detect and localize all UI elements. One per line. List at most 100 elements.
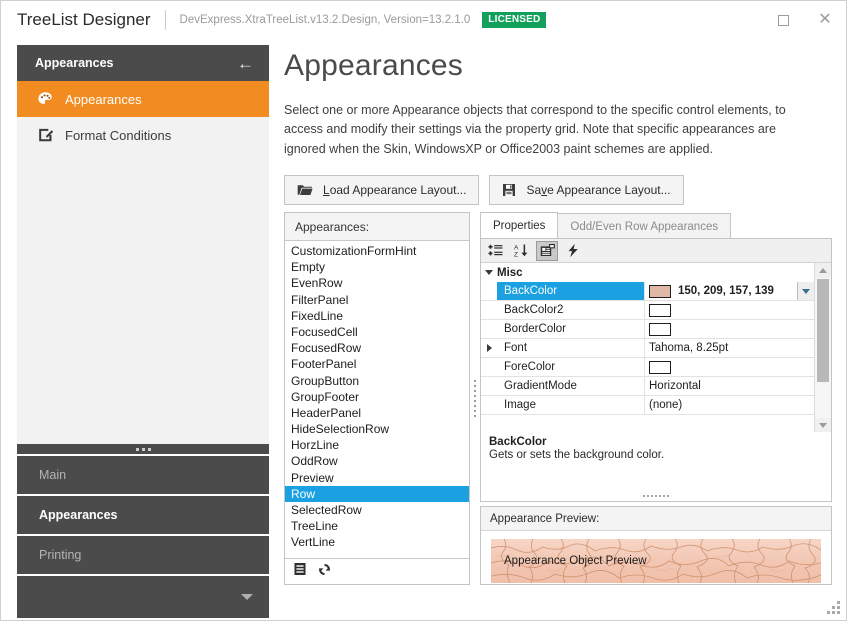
list-item[interactable]: GroupFooter xyxy=(285,389,469,405)
list-item[interactable]: FixedLine xyxy=(285,308,469,324)
close-button[interactable]: ✕ xyxy=(804,1,846,39)
list-item[interactable]: FooterPanel xyxy=(285,356,469,372)
list-item[interactable]: EvenRow xyxy=(285,275,469,291)
list-item[interactable]: CustomizationFormHint xyxy=(285,243,469,259)
property-row-bordercolor[interactable]: BorderColor xyxy=(481,320,814,339)
property-value-text: 150, 209, 157, 139 xyxy=(678,285,774,297)
property-grid: A Z Misc BackColor 150, 209, 157, 139 Ba… xyxy=(480,238,832,433)
list-item[interactable]: FocusedRow xyxy=(285,340,469,356)
property-row-gradientmode[interactable]: GradientMode Horizontal xyxy=(481,377,814,396)
save-appearance-layout-label: Save Appearance Layout... xyxy=(526,183,671,198)
property-value[interactable] xyxy=(645,320,814,338)
page-title: Appearances xyxy=(284,49,463,82)
property-grid-scrollbar[interactable] xyxy=(814,263,831,433)
color-swatch xyxy=(649,322,671,336)
events-lightning-icon[interactable] xyxy=(562,241,584,261)
property-category-misc[interactable]: Misc xyxy=(481,263,814,282)
load-appearance-layout-label: Load Appearance Layout... xyxy=(323,183,467,198)
scroll-down-icon[interactable] xyxy=(815,418,831,433)
property-name: BackColor xyxy=(497,282,645,300)
property-name: Image xyxy=(497,396,645,414)
list-item[interactable]: GroupButton xyxy=(285,373,469,389)
sidebar-splitter[interactable] xyxy=(17,444,269,456)
property-grid-rows: Misc BackColor 150, 209, 157, 139 BackCo… xyxy=(481,263,814,433)
sidebar-item-appearances[interactable]: Appearances xyxy=(17,81,269,117)
main-content: Appearances Select one or more Appearanc… xyxy=(284,45,832,608)
list-item[interactable]: FocusedCell xyxy=(285,324,469,340)
arrow-left-icon[interactable]: ← xyxy=(234,55,257,72)
sidebar-group-more[interactable] xyxy=(17,576,269,618)
save-appearance-layout-button[interactable]: Save Appearance Layout... xyxy=(489,175,684,206)
list-item[interactable]: HorzLine xyxy=(285,437,469,453)
description-splitter-grip[interactable] xyxy=(481,495,831,497)
treelist-designer-window: TreeList Designer DevExpress.XtraTreeLis… xyxy=(0,0,847,621)
list-item[interactable]: Empty xyxy=(285,259,469,275)
property-row-backcolor2[interactable]: BackColor2 xyxy=(481,301,814,320)
property-description-panel: BackColor Gets or sets the background co… xyxy=(480,432,832,502)
property-row-font[interactable]: Font Tahoma, 8.25pt xyxy=(481,339,814,358)
property-row-image[interactable]: Image (none) xyxy=(481,396,814,415)
list-item[interactable]: FilterPanel xyxy=(285,292,469,308)
triangle-down-icon[interactable] xyxy=(481,270,497,275)
appearance-preview-header: Appearance Preview: xyxy=(481,507,831,531)
sidebar-group-printing[interactable]: Printing xyxy=(17,536,269,576)
property-pages-icon[interactable] xyxy=(536,240,558,261)
app-title: TreeList Designer xyxy=(17,10,151,29)
property-row-backcolor[interactable]: BackColor 150, 209, 157, 139 xyxy=(481,282,814,301)
page-description: Select one or more Appearance objects th… xyxy=(284,103,786,156)
list-item[interactable]: Preview xyxy=(285,470,469,486)
scrollbar-thumb[interactable] xyxy=(817,279,829,382)
property-name: Font xyxy=(497,339,645,357)
property-row-forecolor[interactable]: ForeColor xyxy=(481,358,814,377)
sidebar: Appearances ← Appearances Format Conditi… xyxy=(17,45,269,618)
tab-odd-even-row-appearances[interactable]: Odd/Even Row Appearances xyxy=(557,213,732,239)
color-swatch xyxy=(649,284,671,298)
vertical-splitter[interactable] xyxy=(470,212,480,585)
appearance-preview-label: Appearance Object Preview xyxy=(504,555,647,567)
list-item[interactable]: SelectedRow xyxy=(285,502,469,518)
appearances-list[interactable]: CustomizationFormHint Empty EvenRow Filt… xyxy=(285,241,469,558)
categorized-icon[interactable] xyxy=(484,241,506,261)
dropdown-button[interactable] xyxy=(797,282,814,300)
chevron-down-icon xyxy=(241,594,253,600)
property-description-title: BackColor xyxy=(489,436,547,448)
sidebar-group-main[interactable]: Main xyxy=(17,456,269,496)
list-item[interactable]: HideSelectionRow xyxy=(285,421,469,437)
maximize-icon xyxy=(777,14,789,26)
scrollbar-track[interactable] xyxy=(815,278,831,418)
load-appearance-layout-button[interactable]: Load Appearance Layout... xyxy=(284,175,480,206)
sidebar-group-appearances[interactable]: Appearances xyxy=(17,496,269,536)
property-value[interactable] xyxy=(645,301,814,319)
reset-refresh-icon[interactable] xyxy=(317,562,332,582)
scroll-up-icon[interactable] xyxy=(815,263,831,278)
list-item-selected[interactable]: Row xyxy=(285,485,469,502)
triangle-right-icon[interactable] xyxy=(481,339,497,357)
color-swatch xyxy=(649,360,671,374)
property-value[interactable]: Tahoma, 8.25pt xyxy=(645,339,814,357)
appearance-preview-canvas: Appearance Object Preview xyxy=(491,539,821,583)
properties-list-icon[interactable] xyxy=(293,562,307,581)
open-folder-icon xyxy=(297,183,313,197)
sidebar-group-label: Printing xyxy=(39,548,82,562)
grip-dots-icon xyxy=(474,380,476,417)
row-expander xyxy=(481,396,497,414)
resize-grip-icon[interactable] xyxy=(827,601,841,615)
list-item[interactable]: OddRow xyxy=(285,453,469,469)
maximize-button[interactable] xyxy=(762,1,804,39)
alphabetical-sort-icon[interactable]: A Z xyxy=(510,241,532,261)
property-value[interactable]: (none) xyxy=(645,396,814,414)
property-grid-scroll-area: Misc BackColor 150, 209, 157, 139 BackCo… xyxy=(481,263,831,433)
sidebar-item-format-conditions[interactable]: Format Conditions xyxy=(17,117,269,153)
sidebar-header-title: Appearances xyxy=(35,56,114,70)
property-value[interactable] xyxy=(645,358,814,376)
row-expander xyxy=(481,301,497,319)
list-item[interactable]: HeaderPanel xyxy=(285,405,469,421)
property-value[interactable]: 150, 209, 157, 139 xyxy=(645,282,814,300)
title-bar: TreeList Designer DevExpress.XtraTreeLis… xyxy=(1,1,846,39)
row-expander xyxy=(481,282,497,300)
row-expander xyxy=(481,377,497,395)
property-value[interactable]: Horizontal xyxy=(645,377,814,395)
tab-properties[interactable]: Properties xyxy=(480,212,559,239)
list-item[interactable]: TreeLine xyxy=(285,518,469,534)
list-item[interactable]: VertLine xyxy=(285,534,469,550)
